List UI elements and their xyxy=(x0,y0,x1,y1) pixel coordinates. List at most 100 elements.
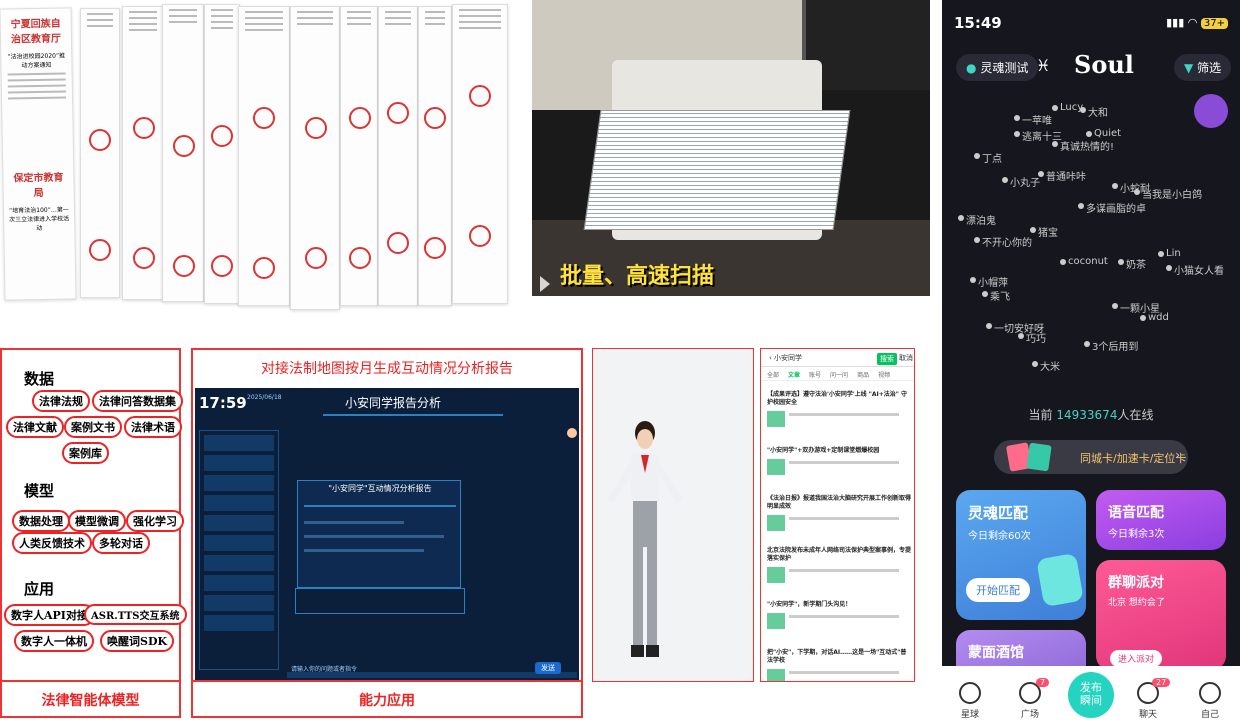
tab-goods[interactable]: 商品 xyxy=(857,372,869,379)
planet-dot[interactable] xyxy=(1002,177,1008,183)
planet-user-label[interactable]: 小猫女人看 xyxy=(1174,262,1224,277)
planet-dot[interactable] xyxy=(1112,183,1118,189)
planet-dot[interactable] xyxy=(1014,115,1020,121)
planet-dot[interactable] xyxy=(1084,341,1090,347)
planet-user-label[interactable]: 奶茶 xyxy=(1126,256,1146,271)
planet-user-label[interactable]: 一切安好呀 xyxy=(994,320,1044,335)
data-section-title: 数据 xyxy=(24,370,55,388)
planet-user-label[interactable]: 漂泊鬼 xyxy=(966,212,996,227)
list-item[interactable]: "小安同学"，新学期门头沟见！ xyxy=(767,601,912,629)
document-page xyxy=(340,6,378,306)
planet-user-label[interactable]: Lin xyxy=(1166,248,1181,259)
data-tag: 法律文献 xyxy=(6,416,64,438)
planet-user-label[interactable]: 小帽萍 xyxy=(978,274,1008,289)
planet-dot[interactable] xyxy=(970,277,976,283)
planet-user-label[interactable]: coconut xyxy=(1068,256,1108,267)
cancel-button[interactable]: 取消 xyxy=(899,353,913,363)
list-item[interactable]: 【成果评选】遵守法治'小安同学'上线 "AI+法治" 守护校园安全 xyxy=(767,391,912,427)
scanner-video[interactable]: 批量、高速扫描 xyxy=(532,0,930,296)
planet-dot[interactable] xyxy=(1060,259,1066,265)
planet-dot[interactable] xyxy=(974,153,980,159)
list-item[interactable]: 北京法院发布未成年人网络司法保护典型案事例，专提落实保护 xyxy=(767,547,912,583)
planet-dot[interactable] xyxy=(1118,259,1124,265)
enter-party-button[interactable]: 进入派对 xyxy=(1110,650,1163,667)
list-item[interactable]: 《法治日报》报道我国法治大脑研究开展工作创新取得明显成效 xyxy=(767,495,912,531)
tab-ask[interactable]: 问一问 xyxy=(830,372,848,379)
planet-user-label[interactable]: 真诚热情的! xyxy=(1060,138,1114,153)
nav-square[interactable]: 广场 xyxy=(1010,682,1050,720)
publish-button[interactable]: 发布 瞬间 xyxy=(1068,672,1114,718)
tab-video[interactable]: 视频 xyxy=(878,372,890,379)
planet-user-label[interactable]: 3个后用到 xyxy=(1092,338,1138,353)
promo-banner[interactable]: 同城卡/加速卡/定位卡 › xyxy=(994,440,1188,474)
report-card: "小安同学"互动情况分析报告 xyxy=(297,480,461,588)
model-section-title: 模型 xyxy=(24,482,55,500)
soul-match-card[interactable]: 灵魂匹配 今日剩余60次 开始匹配 xyxy=(956,490,1086,620)
model-tag: 数据处理 xyxy=(12,510,70,532)
planet-user-label[interactable]: 乘飞 xyxy=(990,288,1010,303)
planet-user-label[interactable]: 大和 xyxy=(1088,104,1108,119)
planet-dot[interactable] xyxy=(1052,141,1058,147)
history-item[interactable] xyxy=(204,595,274,611)
list-item[interactable]: 把"小安"，下学期，对话AI……这是一场"互动式"普法学校 xyxy=(767,649,912,681)
report-line xyxy=(304,521,404,524)
planet-user-label[interactable]: 不开心你的 xyxy=(982,234,1032,249)
planet-dot[interactable] xyxy=(1030,227,1036,233)
history-item[interactable] xyxy=(204,475,274,491)
suggestion-bar[interactable] xyxy=(295,588,465,614)
nav-chat[interactable]: 聊天 xyxy=(1128,682,1168,720)
search-bar[interactable]: ‹ 小安同学 搜索 取消 xyxy=(761,349,914,367)
tab-article[interactable]: 文章 xyxy=(788,372,800,379)
planet-dot[interactable] xyxy=(1134,189,1140,195)
planet-user-label[interactable]: 大米 xyxy=(1040,358,1060,373)
tab-account[interactable]: 账号 xyxy=(809,372,821,379)
history-item[interactable] xyxy=(204,495,274,511)
planet-user-label[interactable]: 当我是小白鸽 xyxy=(1142,186,1202,201)
search-button[interactable]: 搜索 xyxy=(877,353,897,365)
planet-dot[interactable] xyxy=(1086,131,1092,137)
voice-match-card[interactable]: 语音匹配 今日剩余3次 xyxy=(1096,490,1226,550)
planet-user-label[interactable]: 小丸子 xyxy=(1010,174,1040,189)
avatar-mascot-icon[interactable] xyxy=(1194,94,1228,128)
planet-user-label[interactable]: 多谋画脂的卓 xyxy=(1086,200,1146,215)
planet-dot[interactable] xyxy=(1014,131,1020,137)
planet-dot[interactable] xyxy=(1166,265,1172,271)
history-item[interactable] xyxy=(204,615,274,631)
tab-all[interactable]: 全部 xyxy=(767,372,779,379)
history-item[interactable] xyxy=(204,535,274,551)
nav-planet[interactable]: 星球 xyxy=(950,682,990,720)
filter-button[interactable]: ▼ 筛选 xyxy=(1174,54,1232,81)
planet-dot[interactable] xyxy=(974,237,980,243)
planet-user-label[interactable]: 丁点 xyxy=(982,150,1002,165)
planet-dot[interactable] xyxy=(986,323,992,329)
planet-dot[interactable] xyxy=(958,215,964,221)
history-item[interactable] xyxy=(204,435,274,451)
planet-dot[interactable] xyxy=(1140,315,1146,321)
planet-dot[interactable] xyxy=(1158,251,1164,257)
play-icon[interactable] xyxy=(540,276,550,292)
planet-user-label[interactable]: 一颗小星 xyxy=(1120,300,1160,315)
planet-dot[interactable] xyxy=(1038,171,1044,177)
send-button[interactable]: 发送 xyxy=(535,662,561,674)
ability-app-panel: 对接法制地图按月生成互动情况分析报告 17:59 2025/06/18 小安同学… xyxy=(191,348,583,682)
start-match-button[interactable]: 开始匹配 xyxy=(966,578,1030,602)
history-item[interactable] xyxy=(204,555,274,571)
pisces-icon[interactable]: ♓ xyxy=(1036,56,1050,75)
planet-dot[interactable] xyxy=(982,291,988,297)
history-item[interactable] xyxy=(204,455,274,471)
group-party-card[interactable]: 群聊派对 北京 想约会了 进入派对 xyxy=(1096,560,1226,670)
planet-dot[interactable] xyxy=(1078,203,1084,209)
planet-dot[interactable] xyxy=(1080,107,1086,113)
nav-self[interactable]: 自己 xyxy=(1190,682,1230,720)
planet-dot[interactable] xyxy=(1052,105,1058,111)
planet-user-label[interactable]: 一苹唯 xyxy=(1022,112,1052,127)
planet-user-label[interactable]: 普通咔咔 xyxy=(1046,168,1086,183)
planet-user-label[interactable]: 猪宝 xyxy=(1038,224,1058,239)
soul-test-button[interactable]: ● 灵魂测试 xyxy=(956,54,1039,81)
history-item[interactable] xyxy=(204,575,274,591)
planet-dot[interactable] xyxy=(1032,361,1038,367)
back-icon[interactable]: ‹ xyxy=(769,354,772,362)
list-item[interactable]: "小安同学"+双办游戏+定制课堂燃爆校园 xyxy=(767,447,912,475)
planet-dot[interactable] xyxy=(1112,303,1118,309)
history-item[interactable] xyxy=(204,515,274,531)
